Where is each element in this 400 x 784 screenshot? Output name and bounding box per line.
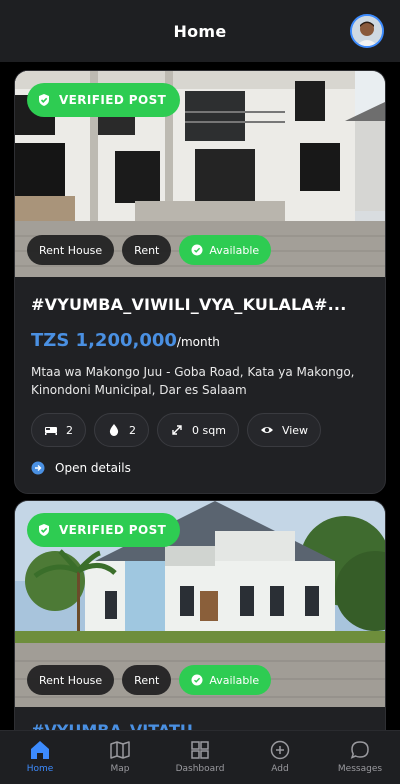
open-details-link[interactable]: Open details xyxy=(31,461,369,475)
tag-category: Rent House xyxy=(27,665,115,695)
price-period: /month xyxy=(176,335,220,349)
listing-title[interactable]: #VYUMBA_VITATU xyxy=(31,721,193,730)
tag-type: Rent xyxy=(122,665,172,695)
shield-check-icon xyxy=(39,524,49,536)
listing-card[interactable]: VERIFIED POST Rent House Rent Available … xyxy=(14,500,386,730)
bedrooms-stat: 2 xyxy=(31,413,86,447)
map-icon xyxy=(110,741,130,759)
tag-availability: Available xyxy=(179,235,272,265)
nav-home[interactable]: Home xyxy=(0,731,80,774)
bathrooms-stat: 2 xyxy=(94,413,149,447)
nav-messages[interactable]: Messages xyxy=(320,731,400,774)
listing-stats: 2 2 0 sqm View xyxy=(31,413,369,447)
app-bar: Home xyxy=(0,0,400,62)
water-drop-icon xyxy=(109,424,119,436)
verified-label: VERIFIED POST xyxy=(59,93,167,107)
tag-type: Rent xyxy=(122,235,172,265)
bottom-nav: Home Map Dashboard Add Messages xyxy=(0,730,400,784)
listing-photo[interactable]: VERIFIED POST Rent House Rent Available xyxy=(15,501,385,707)
home-icon xyxy=(31,741,49,759)
bed-icon xyxy=(45,427,57,435)
messages-icon xyxy=(350,741,369,759)
listing-price: TZS 1,200,000 /month xyxy=(31,330,369,351)
verified-badge: VERIFIED POST xyxy=(27,513,181,547)
dashboard-icon xyxy=(191,741,209,759)
listings-feed[interactable]: VERIFIED POST Rent House Rent Available … xyxy=(0,62,400,730)
listing-tags: Rent House Rent Available xyxy=(27,235,272,265)
nav-dashboard[interactable]: Dashboard xyxy=(160,731,240,774)
eye-icon xyxy=(260,427,273,433)
check-circle-icon xyxy=(191,674,203,686)
view-button[interactable]: View xyxy=(246,413,322,447)
verified-label: VERIFIED POST xyxy=(59,523,167,537)
arrow-right-circle-icon xyxy=(31,461,45,475)
price-amount: TZS 1,200,000 xyxy=(31,330,177,351)
avatar[interactable] xyxy=(350,14,384,48)
page-title: Home xyxy=(173,21,227,41)
listing-title[interactable]: #VYUMBA_VIWILI_VYA_KULALA#... xyxy=(31,295,369,314)
listing-card[interactable]: VERIFIED POST Rent House Rent Available … xyxy=(14,70,386,494)
tag-category: Rent House xyxy=(27,235,115,265)
area-stat: 0 sqm xyxy=(157,413,239,447)
listing-tags: Rent House Rent Available xyxy=(27,665,272,695)
nav-map[interactable]: Map xyxy=(80,731,160,774)
verified-badge: VERIFIED POST xyxy=(27,83,181,117)
listing-photo[interactable]: VERIFIED POST Rent House Rent Available xyxy=(15,71,385,277)
add-icon xyxy=(270,740,290,760)
listing-address: Mtaa wa Makongo Juu - Goba Road, Kata ya… xyxy=(31,365,355,397)
check-circle-icon xyxy=(191,244,203,256)
tag-availability: Available xyxy=(179,665,272,695)
shield-check-icon xyxy=(39,94,49,106)
nav-add[interactable]: Add xyxy=(240,731,320,774)
expand-icon xyxy=(172,425,182,435)
